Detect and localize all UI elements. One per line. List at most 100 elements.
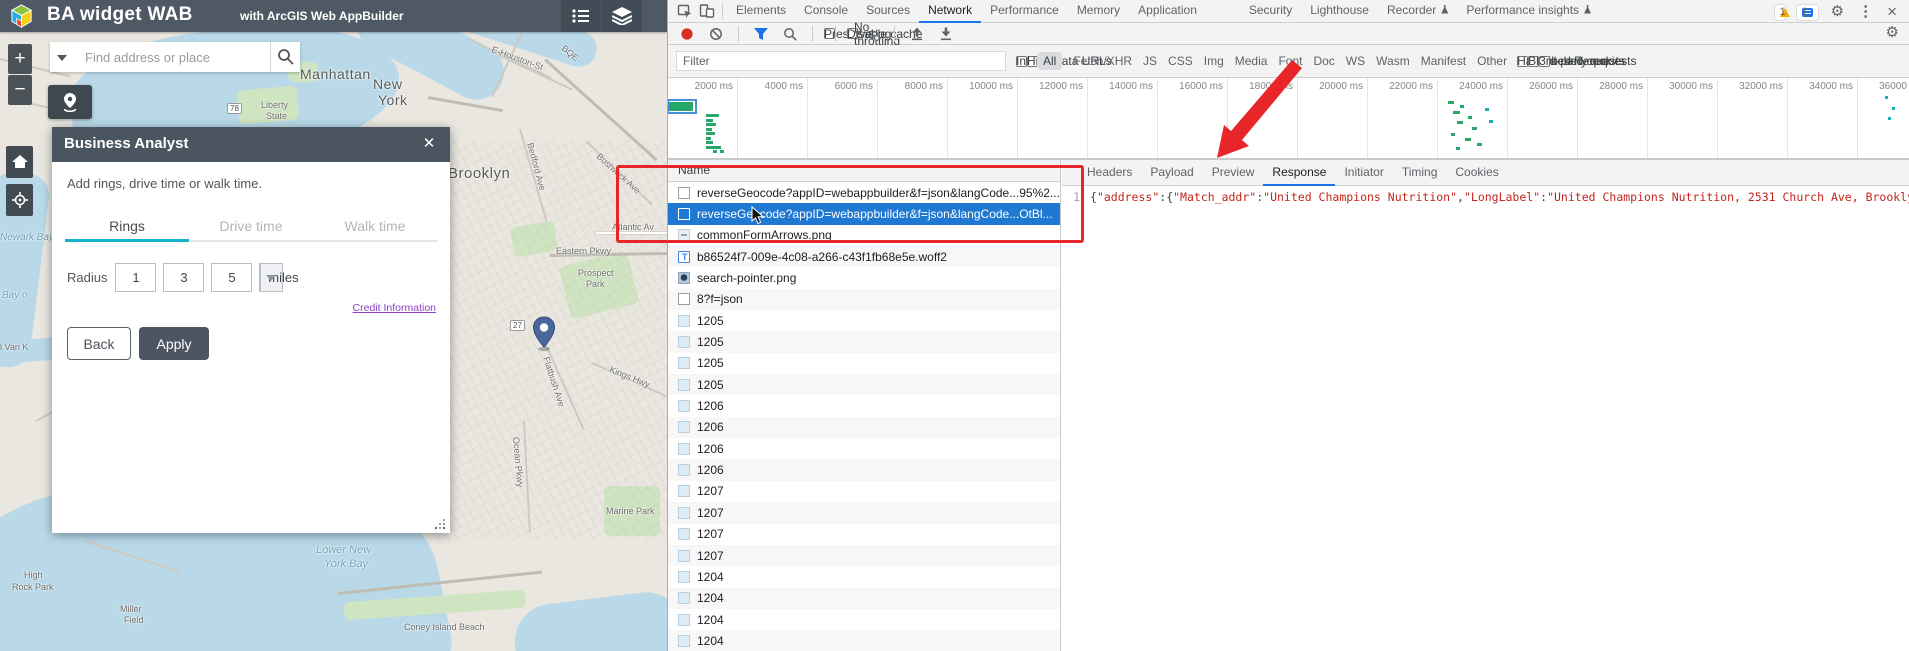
warnings-badge[interactable]: 1 bbox=[1773, 3, 1790, 21]
network-request-row[interactable]: 1207 bbox=[668, 523, 1060, 545]
request-name: 1206 bbox=[697, 420, 724, 435]
close-devtools-button[interactable]: × bbox=[1885, 3, 1899, 21]
device-toolbar-button[interactable] bbox=[696, 1, 718, 21]
import-har-button[interactable] bbox=[906, 24, 928, 44]
response-body[interactable]: 1 {"address":{"Match_addr":"United Champ… bbox=[1062, 186, 1909, 651]
radius-input-2[interactable] bbox=[163, 262, 205, 292]
record-button[interactable] bbox=[676, 24, 698, 44]
network-request-row[interactable]: 1206 bbox=[668, 459, 1060, 481]
network-request-row[interactable]: 1204 bbox=[668, 630, 1060, 651]
request-type-chip[interactable]: Manifest bbox=[1421, 54, 1466, 68]
network-request-row[interactable]: 1206 bbox=[668, 416, 1060, 439]
panel-tab[interactable]: Rings bbox=[65, 214, 189, 240]
clear-button[interactable] bbox=[705, 24, 727, 44]
network-request-row[interactable]: 1205 bbox=[668, 331, 1060, 353]
request-type-chip[interactable]: All bbox=[1037, 52, 1063, 70]
panel-resize-handle[interactable] bbox=[433, 517, 447, 531]
request-type-chip[interactable]: Font bbox=[1278, 54, 1302, 68]
devtools-tab[interactable]: Console bbox=[795, 0, 857, 23]
filter-input[interactable] bbox=[676, 51, 1006, 71]
home-extent-button[interactable] bbox=[6, 146, 33, 178]
network-request-row[interactable]: 1207 bbox=[668, 502, 1060, 524]
devtools-tab[interactable]: Network bbox=[919, 0, 981, 23]
export-har-button[interactable] bbox=[935, 24, 957, 44]
request-type-chip[interactable]: Wasm bbox=[1376, 54, 1410, 68]
network-request-row[interactable]: reverseGeocode?appID=webappbuilder&f=jso… bbox=[668, 182, 1060, 204]
search-button[interactable] bbox=[270, 42, 300, 72]
network-request-row[interactable]: 1204 bbox=[668, 608, 1060, 631]
request-type-chip[interactable]: Other bbox=[1477, 54, 1507, 68]
devtools-tab[interactable]: Elements bbox=[727, 0, 795, 23]
devtools-tab[interactable]: Recorder bbox=[1378, 0, 1457, 23]
network-timeline-overview[interactable]: 2000 ms 4000 ms 6000 ms 8000 ms 10000 ms 1200… bbox=[668, 78, 1909, 160]
request-detail-tab[interactable]: Headers bbox=[1078, 160, 1141, 186]
network-request-row[interactable]: 1206 bbox=[668, 438, 1060, 460]
request-detail-tab[interactable]: Cookies bbox=[1446, 160, 1507, 186]
network-request-row[interactable]: 1205 bbox=[668, 310, 1060, 332]
devtools-tab[interactable]: Performance insights bbox=[1457, 0, 1600, 23]
settings-gear-button[interactable]: ⚙ bbox=[1829, 3, 1846, 21]
request-type-chip[interactable]: Fetch/XHR bbox=[1073, 54, 1132, 68]
request-detail-tab[interactable]: Timing bbox=[1393, 160, 1447, 186]
request-detail-tab[interactable]: Payload bbox=[1141, 160, 1202, 186]
network-request-row[interactable]: 1207 bbox=[668, 544, 1060, 567]
search-input[interactable] bbox=[77, 42, 270, 72]
network-request-row[interactable]: b86524f7-009e-4c08-a266-c43f1fb68e5e.wof… bbox=[668, 246, 1060, 268]
devtools-tab[interactable]: Memory bbox=[1068, 0, 1129, 23]
network-request-row[interactable]: reverseGeocode?appID=webappbuilder&f=jso… bbox=[668, 203, 1060, 225]
filter-toggle-button[interactable] bbox=[750, 24, 772, 44]
request-type-chip[interactable]: Img bbox=[1204, 54, 1224, 68]
kebab-menu-button[interactable]: ⋮ bbox=[1856, 3, 1875, 21]
request-type-chip[interactable]: JS bbox=[1143, 54, 1157, 68]
business-analyst-panel: Business Analyst ✕ Add rings, drive time… bbox=[52, 127, 450, 533]
unit-select[interactable]: miles bbox=[259, 262, 299, 292]
business-analyst-widget-button[interactable] bbox=[48, 85, 92, 119]
issues-badge[interactable]: 1 bbox=[1795, 3, 1819, 21]
my-location-button[interactable] bbox=[6, 184, 33, 216]
radius-input-1[interactable] bbox=[115, 262, 157, 292]
back-button[interactable]: Back bbox=[67, 327, 131, 360]
apply-button[interactable]: Apply bbox=[139, 327, 209, 360]
panel-body: Add rings, drive time or walk time. Ring… bbox=[52, 162, 450, 533]
legend-button[interactable] bbox=[561, 0, 601, 32]
credit-information-link[interactable]: Credit Information bbox=[353, 302, 436, 314]
timeline-tick: 26000 ms bbox=[1508, 78, 1578, 158]
panel-tab[interactable]: Walk time bbox=[313, 214, 437, 240]
panel-tab[interactable]: Drive time bbox=[189, 214, 313, 240]
network-request-row[interactable]: 8?f=json bbox=[668, 288, 1060, 311]
network-request-row[interactable]: 1207 bbox=[668, 480, 1060, 503]
request-detail-tab[interactable]: Response bbox=[1263, 160, 1335, 186]
network-request-row[interactable]: 1205 bbox=[668, 374, 1060, 396]
network-request-row[interactable]: commonFormArrows.png bbox=[668, 224, 1060, 247]
name-column-header[interactable]: Name bbox=[668, 160, 1060, 182]
network-conditions-button[interactable] bbox=[861, 24, 883, 44]
network-request-row[interactable]: 1204 bbox=[668, 566, 1060, 588]
zoom-out-button[interactable]: − bbox=[8, 75, 32, 105]
location-pin-marker[interactable] bbox=[532, 316, 556, 352]
pin-drop-icon bbox=[63, 93, 77, 112]
request-type-chip[interactable]: WS bbox=[1346, 54, 1365, 68]
devtools-tab[interactable]: Application bbox=[1129, 0, 1206, 23]
network-request-row[interactable]: 1204 bbox=[668, 587, 1060, 609]
devtools-tab[interactable]: Lighthouse bbox=[1301, 0, 1378, 23]
radius-input-3[interactable] bbox=[211, 262, 253, 292]
divider bbox=[722, 3, 723, 19]
inspect-element-button[interactable] bbox=[674, 1, 696, 21]
layers-button[interactable] bbox=[602, 0, 642, 32]
request-detail-tab[interactable]: Initiator bbox=[1335, 160, 1392, 186]
devtools-tab[interactable]: Security bbox=[1240, 0, 1301, 23]
search-requests-button[interactable] bbox=[779, 24, 801, 44]
request-type-chip[interactable]: CSS bbox=[1168, 54, 1193, 68]
close-panel-button[interactable]: ✕ bbox=[418, 133, 440, 155]
request-type-chip[interactable]: Doc bbox=[1313, 54, 1334, 68]
search-source-dropdown[interactable] bbox=[50, 42, 77, 72]
request-detail-tab[interactable]: Preview bbox=[1203, 160, 1264, 186]
network-request-row[interactable]: search-pointer.png bbox=[668, 267, 1060, 289]
network-request-row[interactable]: 1205 bbox=[668, 352, 1060, 375]
network-request-row[interactable]: 1206 bbox=[668, 395, 1060, 417]
zoom-controls: + − bbox=[8, 44, 32, 106]
network-settings-gear-button[interactable]: ⚙ bbox=[1884, 24, 1901, 42]
devtools-tab[interactable]: Performance bbox=[981, 0, 1068, 23]
request-type-chip[interactable]: Media bbox=[1235, 54, 1268, 68]
zoom-in-button[interactable]: + bbox=[8, 44, 32, 74]
